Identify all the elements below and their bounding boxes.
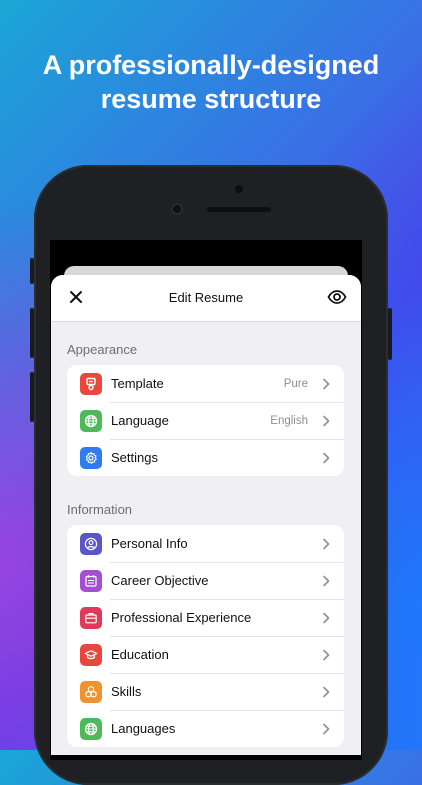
row-education-label: Education <box>111 647 169 662</box>
row-language[interactable]: Language English <box>67 402 344 439</box>
chevron-right-icon <box>323 686 330 697</box>
appearance-group: Template Pure Language English Settings <box>67 365 344 476</box>
globe-icon <box>80 409 102 432</box>
power-button <box>388 308 392 360</box>
volume-down-button <box>30 372 34 422</box>
volume-up-button <box>30 308 34 358</box>
row-template-label: Template <box>111 376 164 391</box>
row-education[interactable]: Education <box>67 636 344 673</box>
row-settings[interactable]: Settings <box>67 439 344 476</box>
chevron-right-icon <box>323 452 330 463</box>
row-template-value: Pure <box>283 377 308 390</box>
row-template[interactable]: Template Pure <box>67 365 344 402</box>
chevron-right-icon <box>323 612 330 623</box>
section-label-information: Information <box>67 502 133 517</box>
row-personal-info[interactable]: Personal Info <box>67 525 344 562</box>
briefcase-icon <box>80 606 102 629</box>
row-professional-experience[interactable]: Professional Experience <box>67 599 344 636</box>
row-skills[interactable]: Skills <box>67 673 344 710</box>
chevron-right-icon <box>323 649 330 660</box>
nav-title: Edit Resume <box>168 290 244 305</box>
chevron-right-icon <box>323 538 330 549</box>
chevron-right-icon <box>323 575 330 586</box>
headline-line-2: resume structure <box>100 84 322 114</box>
row-skills-label: Skills <box>111 684 142 699</box>
chevron-right-icon <box>323 378 330 389</box>
graduation-cap-icon <box>80 643 102 666</box>
user-icon <box>80 532 102 555</box>
calendar-icon <box>80 569 102 592</box>
chevron-right-icon <box>323 415 330 426</box>
preview-eye-icon[interactable] <box>327 288 347 306</box>
row-settings-label: Settings <box>111 450 158 465</box>
information-group: Personal Info Career Objective Professio… <box>67 525 344 747</box>
row-career-objective[interactable]: Career Objective <box>67 562 344 599</box>
row-personal-info-label: Personal Info <box>111 536 188 551</box>
sensor <box>235 185 243 193</box>
edit-resume-sheet: Edit Resume Appearance Template Pure Lan… <box>51 275 361 755</box>
row-professional-experience-label: Professional Experience <box>111 610 252 625</box>
headline: A professionally-designed resume structu… <box>0 48 422 116</box>
mute-switch <box>30 258 34 284</box>
front-camera <box>171 203 183 215</box>
skills-icon <box>80 680 102 703</box>
gear-icon <box>80 446 102 469</box>
row-languages-label: Languages <box>111 721 176 736</box>
navigation-bar: Edit Resume <box>51 275 361 322</box>
row-languages[interactable]: Languages <box>67 710 344 747</box>
headline-line-1: A professionally-designed <box>42 50 380 80</box>
template-icon <box>80 372 102 395</box>
chevron-right-icon <box>323 723 330 734</box>
row-language-label: Language <box>111 413 169 428</box>
row-language-value: English <box>270 414 308 427</box>
earpiece-speaker <box>207 207 271 212</box>
row-career-objective-label: Career Objective <box>111 573 209 588</box>
globe-icon <box>80 717 102 740</box>
section-label-appearance: Appearance <box>67 342 138 357</box>
